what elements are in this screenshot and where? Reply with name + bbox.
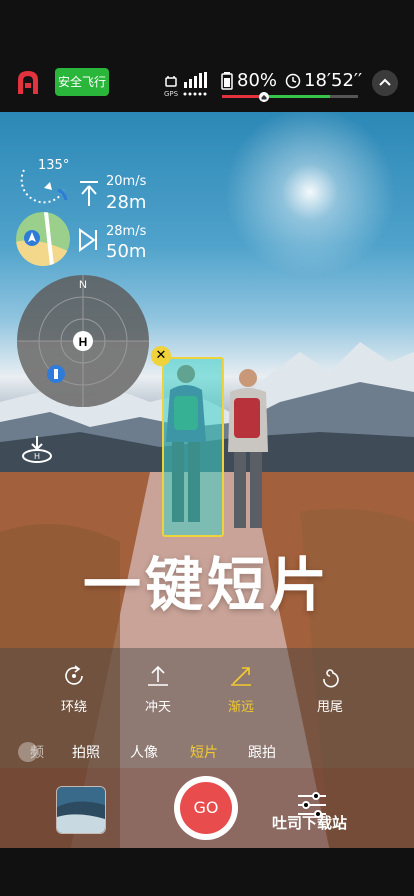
horizontal-speed: 28m/s xyxy=(106,224,147,239)
battery-range-available xyxy=(268,95,330,98)
mode-label: 环绕 xyxy=(60,700,87,715)
landing-icon[interactable]: H xyxy=(20,434,54,464)
mode-dronie[interactable]: 渐远 xyxy=(211,664,271,715)
category-partial[interactable]: 频 xyxy=(30,742,44,762)
altitude-arrow-icon xyxy=(80,181,98,206)
sun-glare xyxy=(210,112,410,292)
heading-angle: 135° xyxy=(38,158,70,173)
radar-compass[interactable]: N H xyxy=(16,274,150,408)
category-follow[interactable]: 跟拍 xyxy=(248,742,276,762)
mode-rocket[interactable]: 冲天 xyxy=(128,664,188,715)
vertical-speed: 20m/s xyxy=(106,174,147,189)
mode-label: 甩尾 xyxy=(316,700,343,715)
svg-text:H: H xyxy=(34,452,40,461)
watermark-text: 吐司下载站 xyxy=(272,814,348,832)
mode-spiral[interactable]: 甩尾 xyxy=(300,664,360,715)
rocket-icon xyxy=(148,665,168,686)
dronie-icon xyxy=(231,667,251,686)
gallery-thumbnail[interactable] xyxy=(56,786,106,834)
bottom-bar xyxy=(0,848,414,896)
battery-range-return xyxy=(222,95,262,98)
page-title: 一键短片 xyxy=(82,551,331,619)
home-point-icon xyxy=(259,92,269,102)
category-photo[interactable]: 拍照 xyxy=(72,742,100,762)
category-short-video[interactable]: 短片 xyxy=(190,742,218,762)
chevron-up-icon[interactable] xyxy=(372,70,398,96)
orbit-icon xyxy=(65,665,83,685)
mode-label: 冲天 xyxy=(144,700,171,715)
safe-flight-button[interactable]: 安全飞行 xyxy=(55,68,109,96)
hiker-right xyxy=(228,369,268,528)
mode-label: 渐远 xyxy=(227,700,254,715)
battery-icon xyxy=(221,72,233,90)
radar-home-label: H xyxy=(79,335,88,349)
clock-icon xyxy=(285,73,301,89)
category-portrait[interactable]: 人像 xyxy=(130,742,158,762)
go-button[interactable]: GO xyxy=(180,782,232,834)
app-logo-icon[interactable] xyxy=(14,68,42,96)
gps-label: GPS xyxy=(164,90,179,98)
distance-value: 50m xyxy=(106,241,147,262)
distance-arrow-icon xyxy=(79,228,97,252)
mode-orbit[interactable]: 环绕 xyxy=(44,664,104,715)
spiral-icon xyxy=(323,669,339,688)
radar-north-label: N xyxy=(79,279,87,291)
tracking-target-box[interactable] xyxy=(162,357,224,537)
altitude-value: 28m xyxy=(106,192,147,213)
close-icon[interactable]: ✕ xyxy=(151,346,171,366)
flight-time-remaining: 18′52′′ xyxy=(304,70,363,91)
battery-percent: 80% xyxy=(237,70,278,91)
minimap-icon[interactable] xyxy=(16,212,70,266)
